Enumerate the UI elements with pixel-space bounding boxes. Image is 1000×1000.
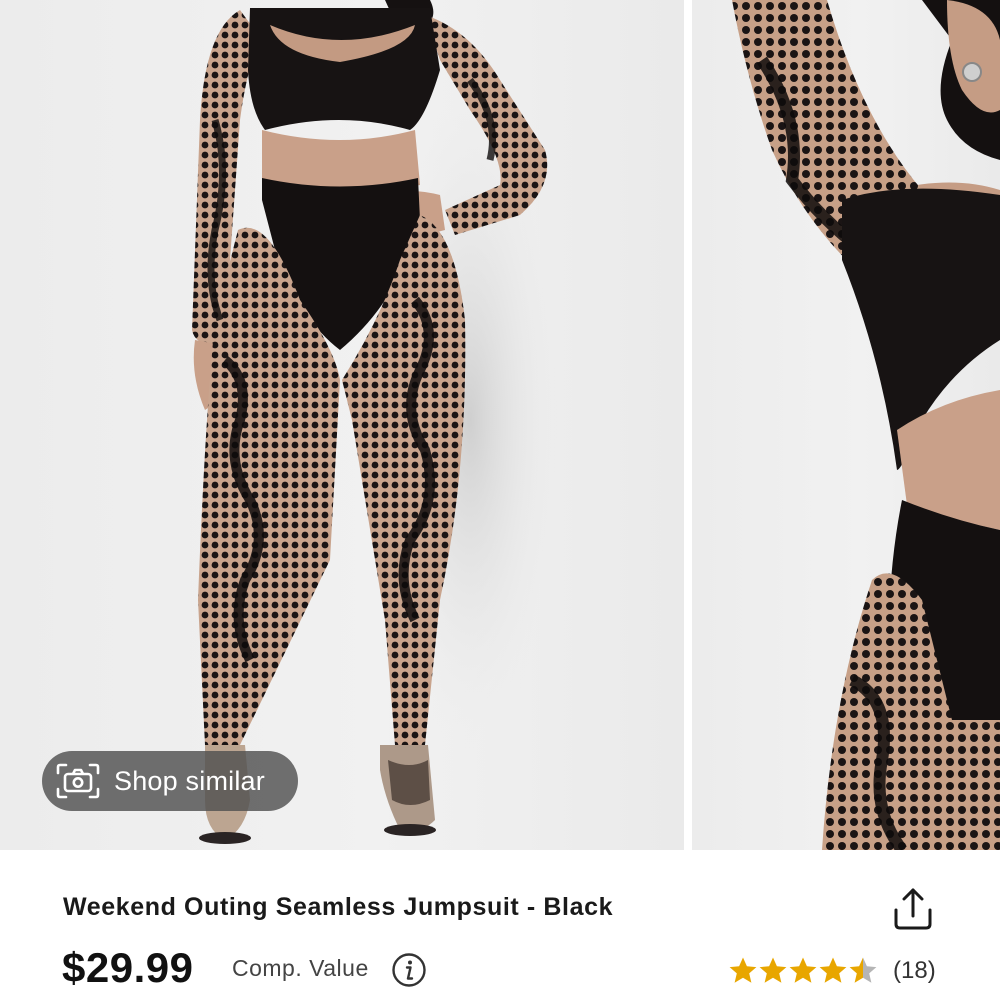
shop-similar-label: Shop similar xyxy=(114,765,265,796)
star-rating[interactable] xyxy=(728,955,878,987)
review-count[interactable]: (18) xyxy=(893,957,936,985)
star-icon xyxy=(729,957,757,983)
shop-similar-button[interactable]: Shop similar xyxy=(42,751,298,811)
product-photo-main[interactable] xyxy=(0,0,684,850)
product-image-gallery[interactable]: Shop similar xyxy=(0,0,1000,850)
product-photo-detail[interactable] xyxy=(692,0,1000,850)
product-page: Shop similar Weekend Outing Seamless Jum… xyxy=(0,0,1000,1000)
product-title: Weekend Outing Seamless Jumpsuit - Black xyxy=(63,893,614,921)
model-closeup-image xyxy=(732,0,1000,850)
star-icon xyxy=(759,957,787,983)
star-icon xyxy=(849,957,877,983)
star-icon xyxy=(789,957,817,983)
star-icon xyxy=(819,957,847,983)
share-icon[interactable] xyxy=(888,884,938,934)
info-icon[interactable] xyxy=(391,952,427,988)
camera-icon xyxy=(56,761,100,801)
comp-value-label: Comp. Value xyxy=(232,955,369,981)
product-price: $29.99 xyxy=(62,944,194,991)
model-full-body-image xyxy=(192,0,560,844)
